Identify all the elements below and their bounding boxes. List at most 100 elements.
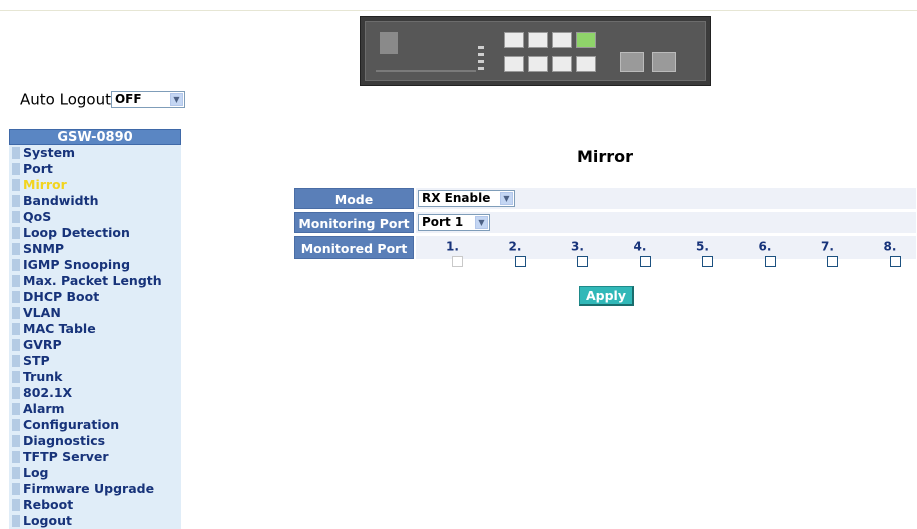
sidebar-item-label: TFTP Server <box>23 449 109 464</box>
port-checkbox[interactable] <box>764 255 776 267</box>
menu-bullet-icon <box>12 387 20 399</box>
sidebar-item-igmp-snooping[interactable]: IGMP Snooping <box>9 257 181 273</box>
sidebar-item-label: Logout <box>23 513 72 528</box>
monitoring-port-label: Monitoring Port <box>294 212 414 233</box>
device-port-icon <box>504 32 524 48</box>
sidebar-item-label: VLAN <box>23 305 61 320</box>
monitored-port-item: 4. <box>634 239 651 268</box>
sidebar-item-label: GVRP <box>23 337 62 352</box>
port-checkbox[interactable] <box>577 255 588 267</box>
sidebar-item-label: DHCP Boot <box>23 289 100 304</box>
sidebar-item-snmp[interactable]: SNMP <box>9 241 181 257</box>
port-number-label: 8. <box>883 239 897 254</box>
monitoring-port-select[interactable]: Port 1 ▼ <box>418 214 490 231</box>
menu-bullet-icon <box>12 195 20 207</box>
sidebar-item-label: Firmware Upgrade <box>23 481 155 496</box>
sidebar-item-label: Mirror <box>23 177 67 192</box>
sidebar-item-gvrp[interactable]: GVRP <box>9 337 181 353</box>
mode-label: Mode <box>294 188 414 209</box>
sidebar-item-port[interactable]: Port <box>9 161 181 177</box>
device-port-icon <box>528 32 548 48</box>
sidebar-item-alarm[interactable]: Alarm <box>9 401 181 417</box>
port-checkbox[interactable] <box>639 255 651 267</box>
device-port-icon <box>552 32 572 48</box>
sidebar-item-max-packet-length[interactable]: Max. Packet Length <box>9 273 181 289</box>
device-sfp-slot-icon <box>620 52 644 72</box>
auto-logout-label: Auto Logout <box>20 90 111 109</box>
sidebar-item-mirror[interactable]: Mirror <box>9 177 181 193</box>
sidebar-item-label: Bandwidth <box>23 193 99 208</box>
menu-bullet-icon <box>12 275 20 287</box>
sidebar-item-log[interactable]: Log <box>9 465 181 481</box>
sidebar-item-system[interactable]: System <box>9 145 181 161</box>
device-status-leds <box>468 42 486 72</box>
monitoring-port-value: Port 1 <box>422 215 464 229</box>
sidebar-item-bandwidth[interactable]: Bandwidth <box>9 193 181 209</box>
device-port-icon <box>504 56 524 72</box>
monitored-port-item: 8. <box>884 239 901 268</box>
menu-bullet-icon <box>12 499 20 511</box>
menu-bullet-icon <box>12 355 20 367</box>
menu-bullet-icon <box>12 147 20 159</box>
sidebar-item-label: SNMP <box>23 241 65 256</box>
port-checkbox[interactable] <box>702 255 713 267</box>
port-checkbox[interactable] <box>889 255 901 267</box>
sidebar-item-label: 802.1X <box>23 385 73 400</box>
sidebar-item-label: Port <box>23 161 53 176</box>
sidebar-item-802-1x[interactable]: 802.1X <box>9 385 181 401</box>
mode-select[interactable]: RX Enable ▼ <box>418 190 515 207</box>
sidebar-item-mac-table[interactable]: MAC Table <box>9 321 181 337</box>
mode-value-cell: RX Enable ▼ <box>416 188 916 209</box>
apply-button[interactable]: Apply <box>579 286 634 306</box>
sidebar-item-logout[interactable]: Logout <box>9 513 181 529</box>
menu-bullet-icon <box>12 211 20 223</box>
auto-logout-select[interactable]: OFF ▼ <box>110 91 185 108</box>
sidebar-item-loop-detection[interactable]: Loop Detection <box>9 225 181 241</box>
menu-bullet-icon <box>12 227 20 239</box>
menu-bullet-icon <box>12 451 20 463</box>
sidebar-item-qos[interactable]: QoS <box>9 209 181 225</box>
device-sfp-slot-icon <box>652 52 676 72</box>
port-checkbox[interactable] <box>827 255 838 267</box>
sidebar-item-reboot[interactable]: Reboot <box>9 497 181 513</box>
sidebar-item-label: IGMP Snooping <box>23 257 131 272</box>
menu-bullet-icon <box>12 307 20 319</box>
sidebar-item-tftp-server[interactable]: TFTP Server <box>9 449 181 465</box>
sidebar-item-label: Alarm <box>23 401 65 416</box>
sidebar-item-vlan[interactable]: VLAN <box>9 305 181 321</box>
sidebar-item-label: Reboot <box>23 497 74 512</box>
device-port-icon <box>528 56 548 72</box>
monitored-port-item: 3. <box>571 239 588 268</box>
sidebar-item-stp[interactable]: STP <box>9 353 181 369</box>
sidebar-item-label: Max. Packet Length <box>23 273 162 288</box>
menu-bullet-icon <box>12 467 20 479</box>
device-front-panel <box>365 21 706 81</box>
auto-logout-value: OFF <box>114 92 142 106</box>
sidebar-item-label: STP <box>23 353 50 368</box>
port-checkbox[interactable] <box>514 255 526 267</box>
sidebar-nav: GSW-0890 System Port Mirror Bandwidth QoS Loo… <box>9 129 181 529</box>
sidebar-item-configuration[interactable]: Configuration <box>9 417 181 433</box>
sidebar-item-firmware-upgrade[interactable]: Firmware Upgrade <box>9 481 181 497</box>
sidebar-item-diagnostics[interactable]: Diagnostics <box>9 433 181 449</box>
monitored-port-value-cell: 1. 2. 3. 4. 5. 6. 7. 8. <box>416 236 916 267</box>
monitored-port-label: Monitored Port <box>294 236 414 259</box>
page-title: Mirror <box>576 147 634 166</box>
monitored-port-item: 1. <box>446 239 463 268</box>
menu-bullet-icon <box>12 483 20 495</box>
port-number-label: 6. <box>758 239 772 254</box>
top-divider <box>0 10 917 11</box>
sidebar-item-label: Trunk <box>23 369 63 384</box>
device-port-icon <box>576 32 596 48</box>
sidebar-item-label: Configuration <box>23 417 120 432</box>
port-number-label: 5. <box>696 239 709 254</box>
sidebar-item-trunk[interactable]: Trunk <box>9 369 181 385</box>
mode-value: RX Enable <box>422 191 491 205</box>
port-number-label: 7. <box>821 239 834 254</box>
port-number-label: 2. <box>508 239 522 254</box>
sidebar-item-dhcp-boot[interactable]: DHCP Boot <box>9 289 181 305</box>
menu-bullet-icon <box>12 323 20 335</box>
sidebar-item-label: Diagnostics <box>23 433 106 448</box>
device-port-icon <box>552 56 572 72</box>
monitored-port-item: 6. <box>759 239 776 268</box>
